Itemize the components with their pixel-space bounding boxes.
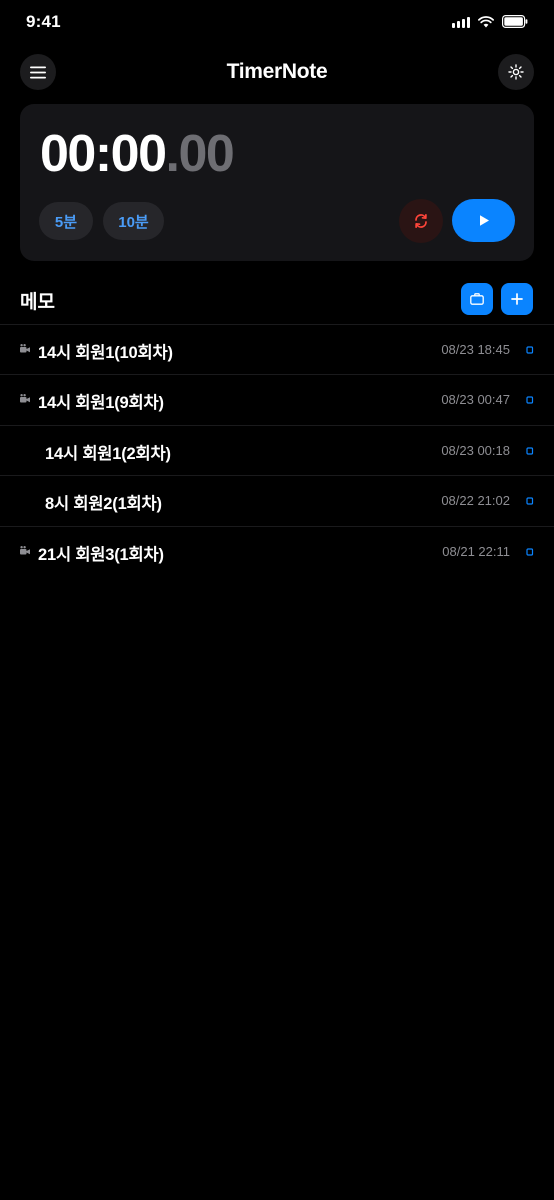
cellular-signal-icon [452, 16, 470, 28]
preset-5min-button[interactable]: 5분 [39, 202, 93, 240]
timer-minutes-seconds: 00:00 [40, 125, 167, 183]
plus-icon [511, 293, 523, 305]
memo-item-title: 21시 회원3(1회차) [38, 545, 164, 564]
memo-item-date: 08/22 21:02 [441, 493, 510, 509]
play-button[interactable] [452, 199, 515, 242]
memo-list-item[interactable]: 21시 회원3(1회차) 08/21 22:11 [0, 525, 554, 576]
memo-item-title: 14시 회원1(10회차) [38, 344, 173, 362]
status-time: 9:41 [26, 12, 61, 31]
memo-list-item[interactable]: 14시 회원1(2회차) 08/23 00:18 [0, 424, 554, 475]
memo-item-date: 08/21 22:11 [442, 543, 510, 559]
memo-list-item[interactable]: 14시 회원1(10회차) 08/23 18:45 [0, 324, 554, 374]
video-camera-icon [20, 394, 30, 403]
add-memo-button[interactable] [501, 283, 533, 315]
copy-link-icon[interactable] [526, 496, 534, 506]
app-screen: 9:41 TimerNote 00:00.00 5분 10분 메모 14시 회원… [0, 0, 554, 1200]
app-header: TimerNote [20, 54, 534, 92]
memo-item-date: 08/23 00:47 [441, 392, 510, 408]
memo-item-date: 08/23 18:45 [441, 342, 510, 357]
memo-list: 14시 회원1(10회차) 08/23 18:45 14시 회원1(9회차) 0… [0, 324, 554, 576]
memo-item-date: 08/23 00:18 [441, 442, 510, 458]
briefcase-icon [470, 293, 484, 305]
play-icon [479, 215, 489, 226]
settings-button[interactable] [498, 54, 534, 90]
copy-link-icon[interactable] [526, 446, 534, 456]
memo-list-item[interactable]: 8시 회원2(1회차) 08/22 21:02 [0, 475, 554, 525]
video-camera-icon [20, 344, 30, 353]
status-bar: 9:41 [0, 0, 554, 46]
app-title: TimerNote [226, 60, 328, 83]
memo-item-title: 14시 회원1(9회차) [38, 394, 164, 413]
memo-item-title: 8시 회원2(1회차) [45, 495, 162, 514]
timer-display: 00:00.00 [40, 125, 235, 183]
memo-list-item[interactable]: 14시 회원1(9회차) 08/23 00:47 [0, 374, 554, 424]
preset-10min-button[interactable]: 10분 [103, 202, 164, 240]
toolbox-button[interactable] [461, 283, 493, 315]
timer-card: 00:00.00 5분 10분 [20, 104, 534, 261]
status-icons [452, 15, 528, 28]
reset-icon [415, 213, 427, 229]
copy-link-icon[interactable] [526, 395, 534, 405]
reset-button[interactable] [399, 199, 443, 243]
wifi-icon [478, 15, 494, 27]
copy-link-icon[interactable] [526, 345, 534, 355]
copy-link-icon[interactable] [526, 547, 534, 557]
timer-fraction: .00 [165, 125, 235, 183]
gear-icon [508, 64, 524, 80]
battery-icon [502, 15, 528, 28]
video-camera-icon [20, 545, 30, 555]
memo-item-title: 14시 회원1(2회차) [45, 444, 171, 463]
memo-title: 메모 [20, 292, 55, 313]
memo-section-header: 메모 [20, 282, 534, 316]
